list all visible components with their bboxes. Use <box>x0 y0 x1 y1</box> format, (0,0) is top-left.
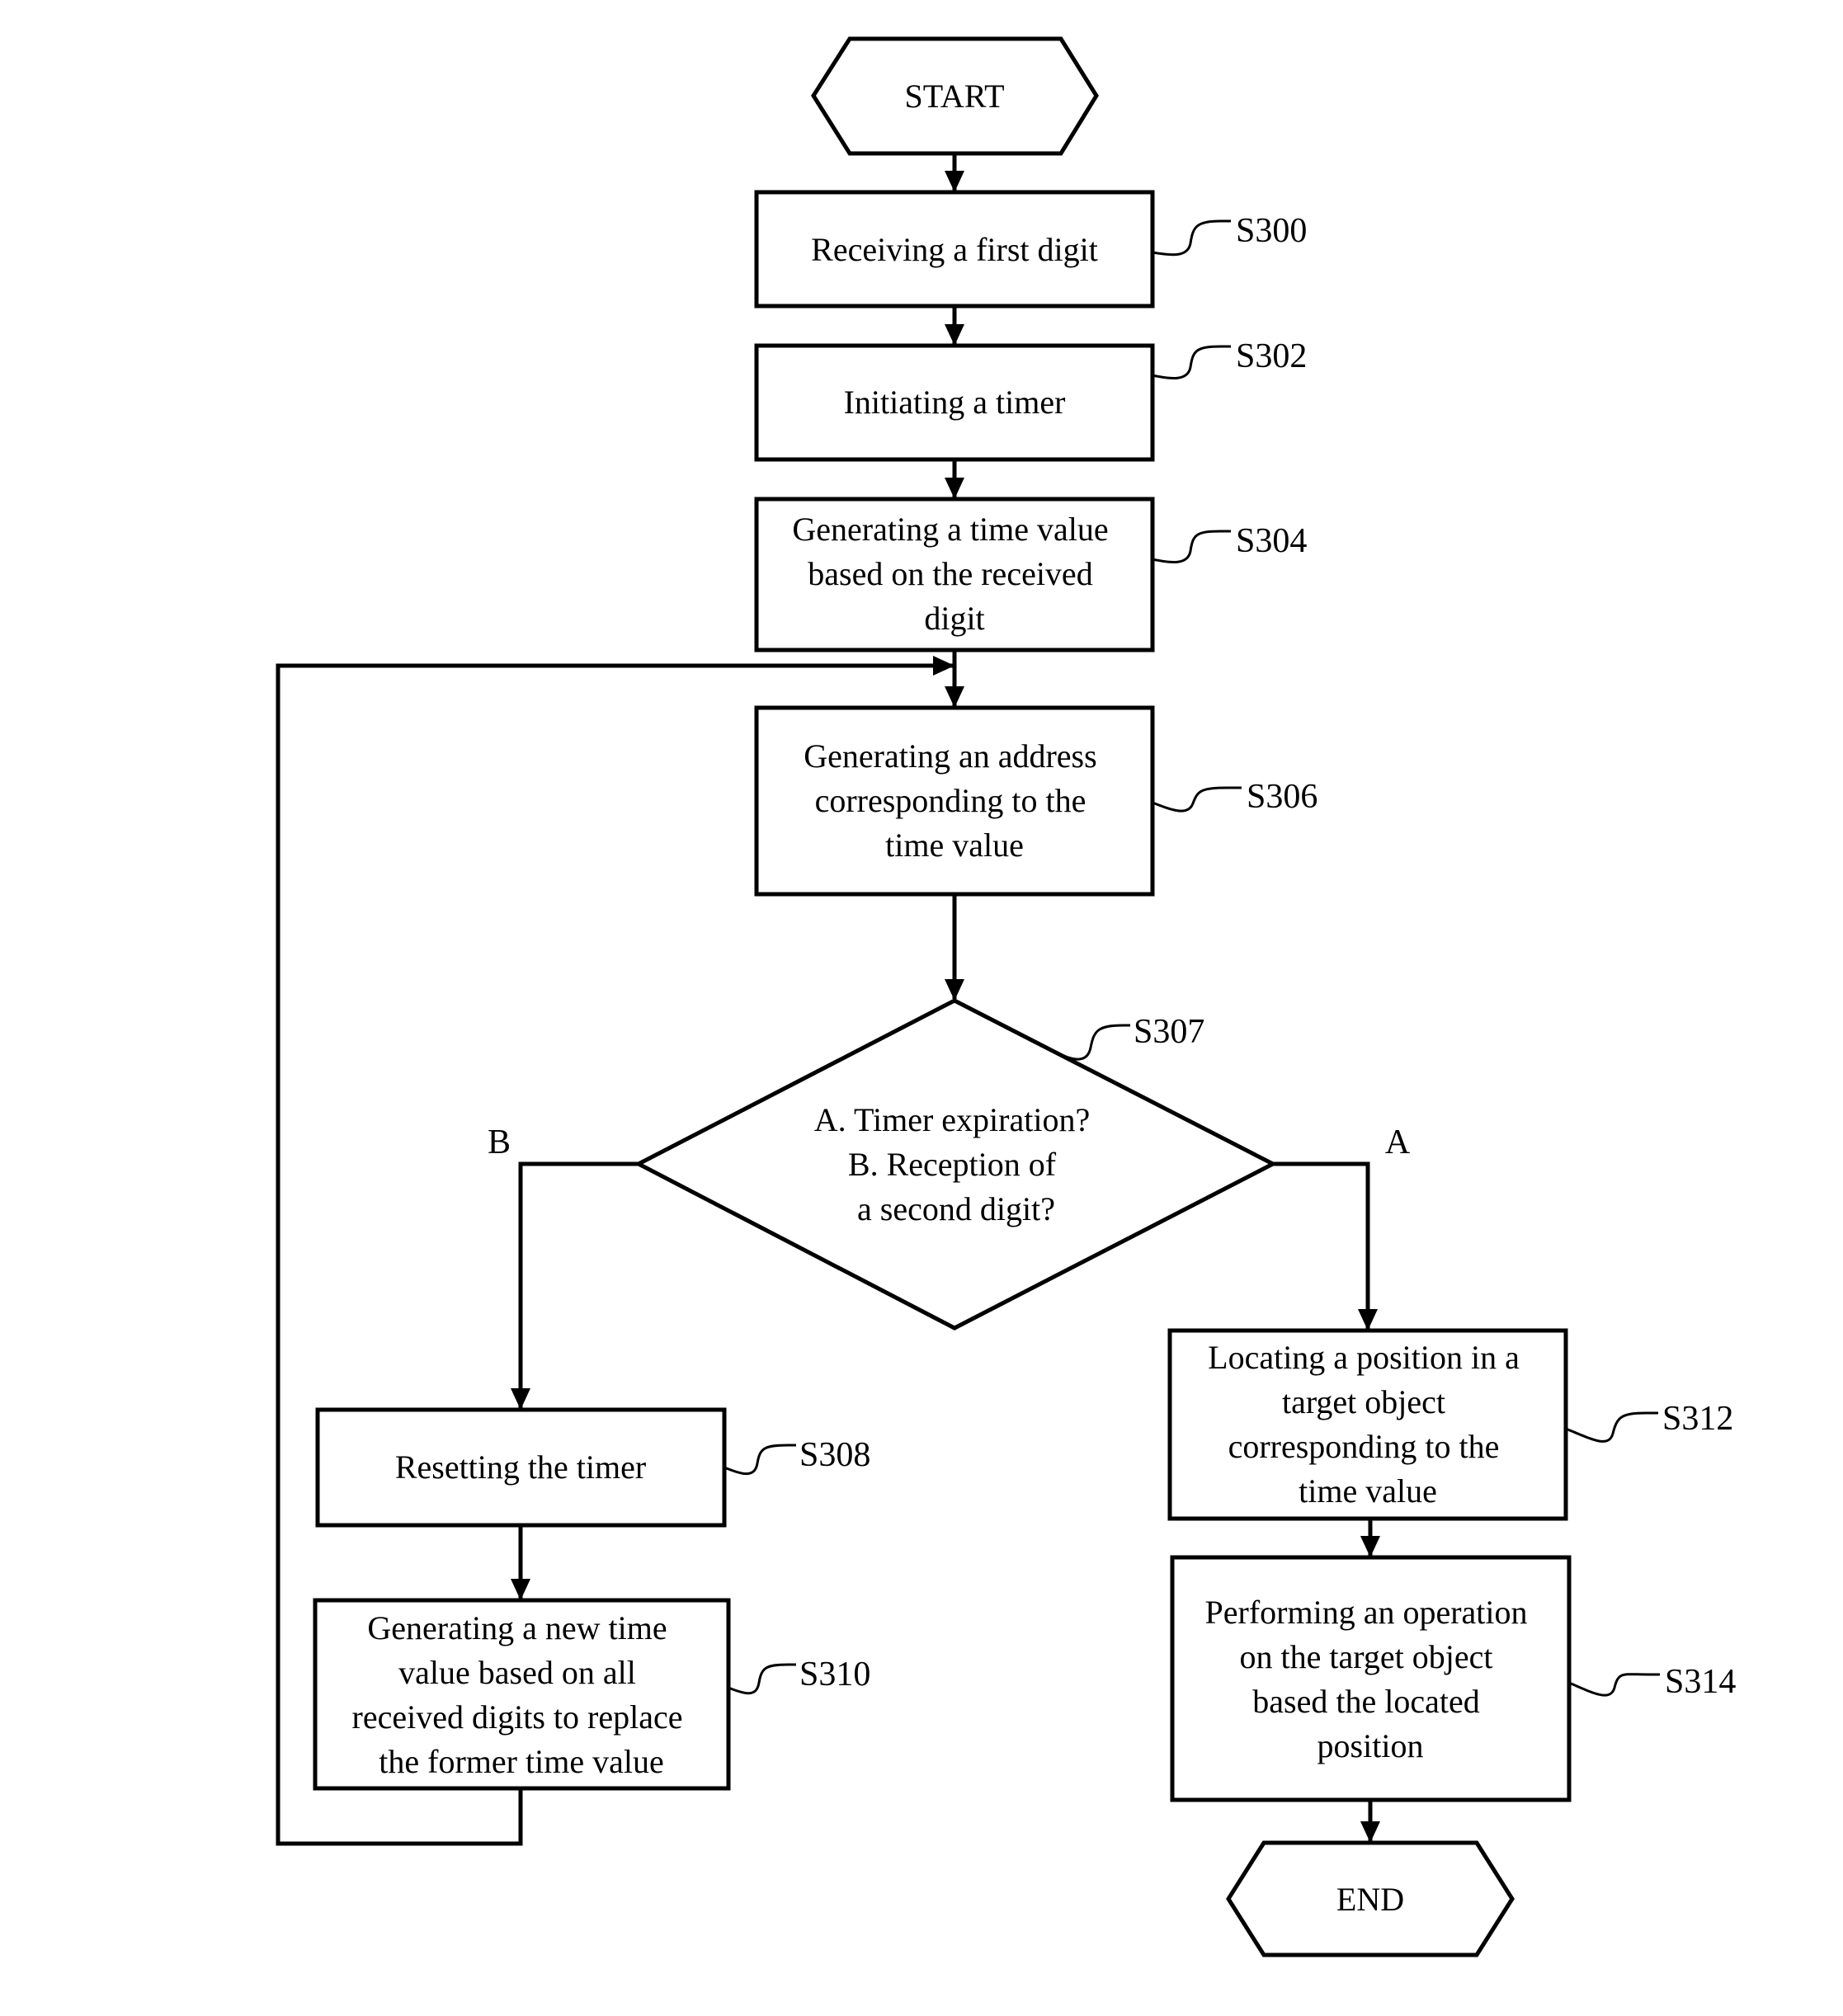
step-s304-leader <box>1152 530 1231 564</box>
step-s312-id: S312 <box>1662 1400 1733 1438</box>
step-s304: Generating a time value based on the rec… <box>754 497 1307 652</box>
flowchart: START Receiving a first digit S300 Initi… <box>276 36 1736 1957</box>
step-s307-id: S307 <box>1134 1013 1204 1051</box>
step-s310: Generating a new time value based on all… <box>313 1598 870 1791</box>
step-s310-id: S310 <box>799 1656 870 1693</box>
step-s306-id: S306 <box>1247 778 1317 816</box>
start-label: START <box>904 78 1004 115</box>
branch-a-label: A <box>1385 1123 1411 1161</box>
step-s302-id: S302 <box>1236 337 1307 375</box>
step-s312: Locating a position in a target object c… <box>1167 1328 1733 1521</box>
step-s302-text: Initiating a timer <box>844 384 1066 421</box>
step-s308-id: S308 <box>799 1436 870 1474</box>
step-s307-leader <box>1059 1024 1130 1061</box>
step-s308: Resetting the timer S308 <box>315 1407 870 1528</box>
branch-b-label: B <box>488 1123 511 1161</box>
step-s308-leader <box>724 1444 796 1476</box>
step-s306-leader <box>1152 786 1242 813</box>
step-s300-text: Receiving a first digit <box>811 231 1098 268</box>
step-s302: Initiating a timer S302 <box>754 337 1307 462</box>
step-s300: Receiving a first digit S300 <box>754 190 1307 309</box>
step-s302-leader <box>1152 345 1231 380</box>
arrow-branch-b <box>511 1161 639 1410</box>
step-s300-leader <box>1152 219 1231 257</box>
step-s306: Generating an address corresponding to t… <box>754 705 1317 897</box>
step-s314: Performing an operation on the target ob… <box>1170 1555 1736 1802</box>
end-label: END <box>1336 1881 1404 1918</box>
start-terminator: START <box>811 36 1099 156</box>
step-s310-leader <box>728 1663 796 1695</box>
arrow-branch-a <box>1273 1161 1378 1331</box>
step-s314-leader <box>1568 1673 1660 1697</box>
step-s312-leader <box>1565 1411 1658 1443</box>
step-s304-id: S304 <box>1236 522 1307 560</box>
step-s308-text: Resetting the timer <box>395 1448 646 1486</box>
step-s300-id: S300 <box>1236 212 1307 250</box>
step-s314-id: S314 <box>1665 1663 1736 1701</box>
end-terminator: END <box>1226 1840 1515 1957</box>
